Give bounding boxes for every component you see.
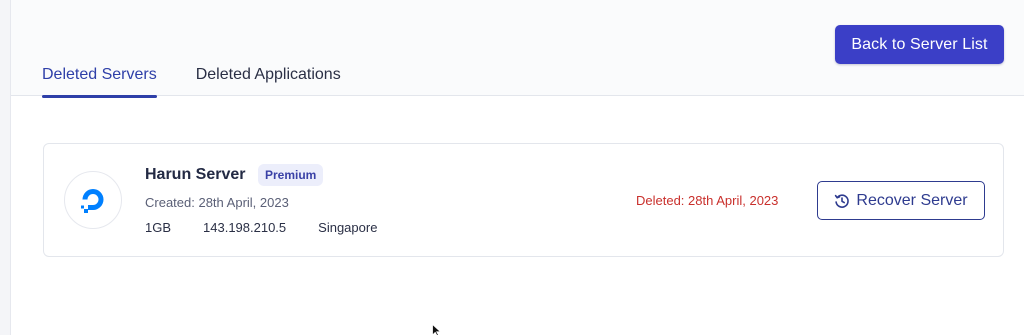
tab-deleted-applications[interactable]: Deleted Applications <box>196 66 341 97</box>
plan-badge: Premium <box>258 164 324 186</box>
deleted-servers-page: Back to Server List Deleted Servers Dele… <box>0 0 1024 335</box>
server-memory: 1GB <box>145 220 172 235</box>
server-name: Harun Server <box>145 166 246 183</box>
digitalocean-logo-svg <box>81 189 104 213</box>
left-sidebar-edge <box>0 0 11 335</box>
mouse-pointer-icon <box>432 323 442 335</box>
deleted-date: Deleted: 28th April, 2023 <box>636 193 779 208</box>
back-to-server-list-button[interactable]: Back to Server List <box>835 25 1004 64</box>
recover-server-label: Recover Server <box>856 191 968 209</box>
server-region: Singapore <box>318 220 378 235</box>
created-date: Created: 28th April, 2023 <box>145 195 289 210</box>
tab-bar: Deleted Servers Deleted Applications <box>42 66 380 98</box>
history-restore-icon <box>834 193 850 209</box>
deleted-server-card: Harun Server Premium Created: 28th April… <box>43 143 1004 257</box>
page-header: Back to Server List Deleted Servers Dele… <box>11 0 1024 98</box>
digitalocean-logo-icon <box>64 171 122 229</box>
server-specs: 1GB 143.198.210.5 Singapore <box>145 220 409 235</box>
tab-deleted-servers[interactable]: Deleted Servers <box>42 66 157 98</box>
server-ip-address: 143.198.210.5 <box>203 220 287 235</box>
recover-server-button[interactable]: Recover Server <box>817 181 985 220</box>
